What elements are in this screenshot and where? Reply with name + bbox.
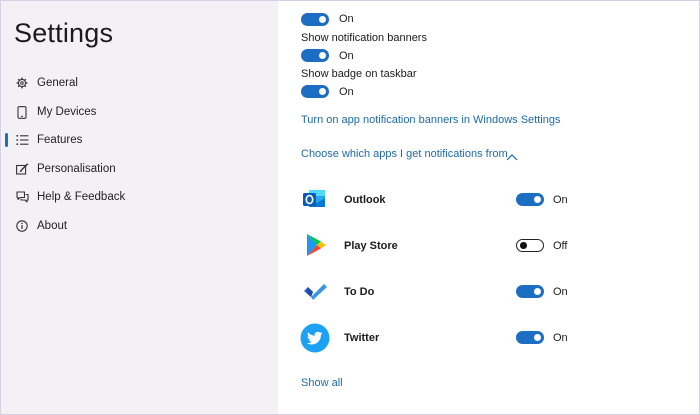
window-border — [0, 0, 700, 415]
